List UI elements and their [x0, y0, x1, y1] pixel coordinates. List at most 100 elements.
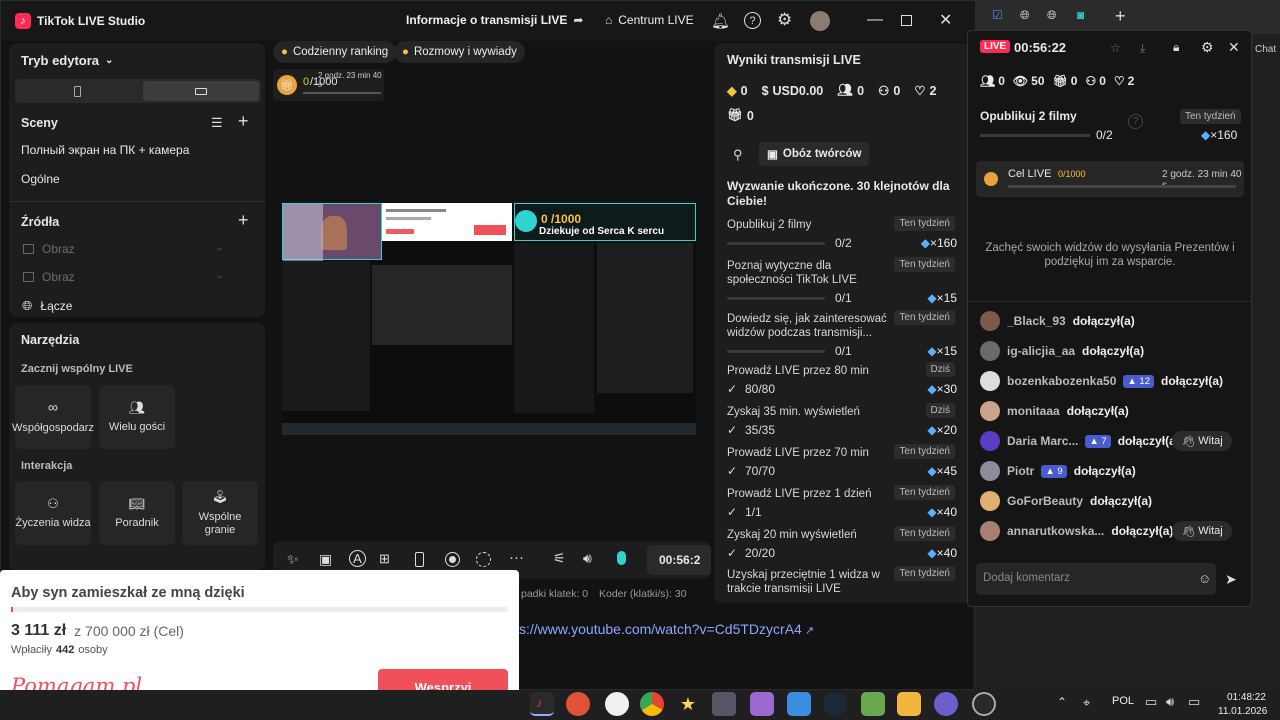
- url-link[interactable]: s://www.youtube.com/watch?v=Cd5TDzycrA4 …: [519, 621, 814, 637]
- task-item[interactable]: Prowadź LIVE przez 80 min Dziś ✓ 80/80 ◆×30: [727, 362, 957, 396]
- language-indicator[interactable]: POL: [1112, 695, 1134, 707]
- task-reward: ◆×160: [921, 236, 957, 250]
- star-app-icon[interactable]: ★: [676, 692, 700, 716]
- app-taskbar-icon[interactable]: [972, 692, 996, 716]
- chat-join-row: monitaaa dołączył(a): [980, 400, 1129, 422]
- level-value: 12: [1139, 375, 1150, 387]
- photos-icon[interactable]: [787, 692, 811, 716]
- app-taskbar-icon[interactable]: [605, 692, 629, 716]
- task-reward: ◆×40: [927, 505, 957, 519]
- avatar[interactable]: [980, 341, 1000, 361]
- external-link-icon: ↗: [801, 625, 815, 637]
- diamond-icon: ◆: [927, 344, 937, 358]
- chat-username[interactable]: bozenkabozenka50: [1007, 374, 1116, 388]
- avatar[interactable]: [980, 521, 1000, 541]
- avatar[interactable]: [980, 311, 1000, 331]
- live-goal-card: Cel LIVE 0/1000 2 godz. 23 min 40 s: [976, 161, 1244, 197]
- chat-username[interactable]: GoForBeauty: [1007, 494, 1083, 508]
- task-reward: ◆×30: [927, 382, 957, 396]
- new-tab-icon[interactable]: +: [1115, 6, 1126, 27]
- clock-date[interactable]: 11.01.2026: [1218, 706, 1267, 717]
- donation-progress-bar: [11, 607, 508, 612]
- task-badge: Ten tydzień: [894, 566, 955, 581]
- task-progress: 0/1: [835, 291, 852, 305]
- task-item[interactable]: Opublikuj 2 filmy Ten tydzień 0/2 ◆×160: [727, 216, 957, 250]
- level-icon: ▲: [1127, 375, 1140, 387]
- level-icon: ▲: [1089, 435, 1102, 447]
- chat-username[interactable]: Piotr: [1007, 464, 1034, 478]
- tiktok-taskbar-icon[interactable]: ♪: [530, 692, 554, 716]
- chat-username[interactable]: annarutkowska...: [1007, 524, 1104, 538]
- joined-text: dołączył(a): [1066, 404, 1129, 418]
- task-name: Poznaj wytyczne dla społeczności TikTok …: [727, 260, 857, 286]
- teams-icon[interactable]: [934, 692, 958, 716]
- task-item[interactable]: Uzyskaj przeciętnie 1 widza w trakcie tr…: [727, 566, 957, 593]
- task-progress-bar: [727, 350, 825, 353]
- clock-time[interactable]: 01:48:22: [1227, 692, 1266, 703]
- level-value: 7: [1101, 435, 1107, 447]
- chevron-up-icon[interactable]: ⌃: [1057, 695, 1067, 709]
- chat-username[interactable]: monitaaa: [1007, 404, 1060, 418]
- chrome-icon[interactable]: [640, 692, 664, 716]
- chat-username[interactable]: ig-alicjia_aa: [1007, 344, 1075, 358]
- welcome-button[interactable]: 👋︎ Witaj: [1172, 431, 1232, 451]
- browser-tab-strip: ☑ 🌐︎ 🌐︎ ◙ +: [975, 0, 1280, 34]
- app-taskbar-icon[interactable]: [750, 692, 774, 716]
- emoji-icon[interactable]: ☺: [1198, 571, 1211, 586]
- task-reward: ◆×40: [927, 546, 957, 560]
- network-icon[interactable]: ▭: [1145, 694, 1157, 710]
- lock-icon[interactable]: 🔒︎: [1173, 40, 1179, 55]
- tab-icon[interactable]: ◙: [1077, 8, 1084, 22]
- minecraft-icon[interactable]: [861, 692, 885, 716]
- task-item[interactable]: Prowadź LIVE przez 70 min Ten tydzień ✓ 70/…: [727, 444, 957, 478]
- joined-text: dołączył(a): [1090, 494, 1153, 508]
- diamond-icon: ◆: [927, 546, 937, 560]
- chat-username[interactable]: Daria Marc...: [1007, 434, 1078, 448]
- publish-reward: ◆×160: [1201, 128, 1237, 142]
- star-icon[interactable]: ☆: [1110, 41, 1121, 55]
- steam-icon[interactable]: [823, 692, 847, 716]
- task-item[interactable]: Poznaj wytyczne dla społeczności TikTok …: [727, 257, 957, 305]
- send-icon[interactable]: ➤: [1225, 571, 1237, 588]
- tab-icon[interactable]: ☑: [992, 8, 1003, 22]
- task-name: Prowadź LIVE przez 70 min: [727, 447, 869, 459]
- check-icon: ✓: [727, 382, 738, 396]
- gear-icon[interactable]: ⚙: [1201, 39, 1214, 56]
- avatar[interactable]: [980, 371, 1000, 391]
- encourage-text: Zachęć swoich widzów do wysyłania Prezen…: [985, 242, 1235, 268]
- task-item[interactable]: Zyskaj 35 min. wyświetleń Dziś ✓ 35/35 ◆×20: [727, 403, 957, 437]
- chat-username[interactable]: _Black_93: [1007, 314, 1066, 328]
- task-item[interactable]: Dowiedz się, jak zainteresować widzów po…: [727, 310, 957, 358]
- donation-title: Aby syn zamieszkał ze mną dzięki: [11, 585, 245, 601]
- download-icon[interactable]: ⤓: [1140, 41, 1145, 56]
- gift-icon: 🎁︎: [1052, 74, 1068, 88]
- help-icon[interactable]: ?: [1128, 114, 1143, 129]
- app-taskbar-icon[interactable]: [897, 692, 921, 716]
- avatar[interactable]: [980, 461, 1000, 481]
- diamond-icon: ◆: [1201, 128, 1211, 142]
- task-badge: Ten tydzień: [894, 444, 955, 459]
- avatar[interactable]: [980, 401, 1000, 421]
- task-item[interactable]: Prowadź LIVE przez 1 dzień Ten tydzień ✓ 1/…: [727, 485, 957, 519]
- globe-icon[interactable]: 🌐︎: [1047, 8, 1057, 23]
- location-icon[interactable]: ⌖: [1083, 695, 1090, 711]
- level-value: 9: [1057, 465, 1063, 477]
- avatar[interactable]: [980, 431, 1000, 451]
- avatar[interactable]: [980, 491, 1000, 511]
- task-item[interactable]: Zyskaj 20 min wyświetleń Ten tydzień ✓ 20/2…: [727, 526, 957, 560]
- volume-icon[interactable]: 🔊︎: [1166, 694, 1174, 710]
- app-taskbar-icon[interactable]: [712, 692, 736, 716]
- task-name: Prowadź LIVE przez 1 dzień: [727, 488, 872, 500]
- heart-icon: ♡: [1113, 74, 1125, 88]
- app-taskbar-icon[interactable]: [566, 692, 590, 716]
- task-progress: 35/35: [745, 423, 776, 437]
- welcome-button[interactable]: 👋︎ Witaj: [1172, 521, 1232, 541]
- globe-icon[interactable]: 🌐︎: [1020, 8, 1030, 23]
- chat-join-row: ig-alicjia_aa dołączył(a): [980, 340, 1144, 362]
- welcome-label: Witaj: [1198, 525, 1223, 537]
- close-icon[interactable]: ✕: [1228, 39, 1240, 56]
- comment-input[interactable]: Dodaj komentarz ☺: [976, 563, 1216, 595]
- task-reward-value: ×45: [936, 464, 957, 478]
- battery-icon[interactable]: ▭: [1188, 694, 1200, 710]
- chat-join-row: Piotr ▲ 9 dołączył(a): [980, 460, 1136, 482]
